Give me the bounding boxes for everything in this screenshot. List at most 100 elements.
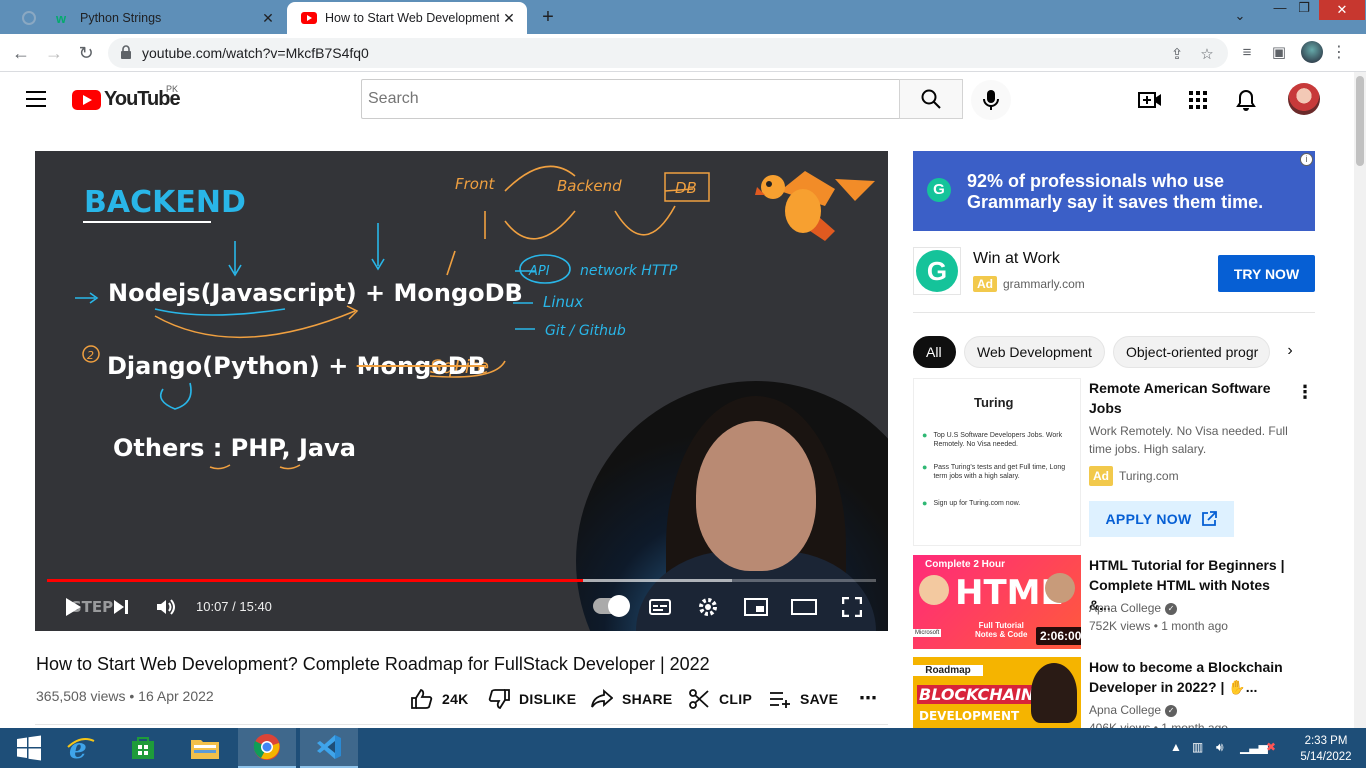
annotation-db: DB [675, 179, 697, 197]
volume-tray-icon[interactable]: 🔊︎ [1216, 740, 1224, 755]
search-box [361, 79, 900, 119]
grammarly-ad-banner[interactable]: G 92% of professionals who use Grammarly… [913, 151, 1315, 231]
apps-grid-icon[interactable] [1186, 88, 1210, 112]
grammarly-logo-icon: G [916, 250, 958, 292]
search-button[interactable] [899, 79, 963, 119]
close-window-icon[interactable]: ✕ [1319, 0, 1365, 20]
miniplayer-icon[interactable] [743, 593, 769, 621]
chip-object-oriented-programming[interactable]: Object-oriented progr [1113, 336, 1270, 368]
chip-web-development[interactable]: Web Development [964, 336, 1105, 368]
chevron-right-icon[interactable]: › [1280, 342, 1300, 362]
next-video-icon[interactable] [109, 593, 133, 621]
ad-card-title[interactable]: Win at Work [973, 250, 1060, 268]
network-signal-icon[interactable]: ▁▃▅ [1240, 740, 1268, 754]
internet-explorer-icon[interactable]: e [52, 728, 110, 768]
more-actions-icon[interactable]: ⋯ [859, 688, 877, 709]
reload-icon[interactable]: ↻ [74, 41, 98, 65]
verified-check-icon: ✓ [1165, 602, 1178, 615]
svg-text:w: w [56, 11, 67, 25]
maximize-window-icon[interactable]: ❐ [1292, 0, 1316, 20]
tab-youtube-video[interactable]: How to Start Web Development? ✕ [287, 2, 527, 34]
thumbs-up-icon [410, 688, 434, 710]
like-count: 24K [442, 691, 469, 707]
file-explorer-icon[interactable] [176, 728, 234, 768]
rec-channel[interactable]: Apna College [1089, 601, 1161, 615]
youtube-header: YouTube PK [0, 72, 1354, 128]
rec-title[interactable]: Remote American Software Jobs [1089, 378, 1294, 418]
device-tray-icon[interactable]: ▥ [1192, 740, 1203, 754]
autoplay-toggle[interactable] [593, 595, 630, 617]
forward-arrow-icon[interactable]: → [42, 41, 66, 65]
progress-bar-played [47, 579, 583, 582]
rec-channel-row: Apna College ✓ [1089, 701, 1299, 719]
share-page-icon[interactable]: ⇪ [1168, 46, 1186, 64]
back-arrow-icon[interactable]: ← [9, 41, 33, 65]
ad-card-logo[interactable]: G [913, 247, 961, 295]
presenter-face-icon [1045, 573, 1075, 603]
theater-mode-icon[interactable] [791, 593, 817, 621]
voice-search-button[interactable] [971, 80, 1011, 120]
tab-title: Python Strings [80, 11, 162, 25]
annotation-git: Git / Github [545, 323, 626, 339]
country-code: PK [166, 84, 179, 94]
video-player[interactable]: BACKEND Front Backend DB API network HTT… [35, 151, 888, 631]
fullscreen-icon[interactable] [839, 593, 865, 621]
clip-button[interactable]: CLIP [687, 688, 752, 710]
video-title: How to Start Web Development? Complete R… [36, 654, 710, 674]
turing-ad-thumbnail[interactable]: Turing ● Top U.S Software Developers Jobs… [913, 378, 1081, 546]
more-options-icon[interactable]: ⋮ [1296, 382, 1314, 403]
side-panel-icon[interactable]: ▣ [1268, 42, 1290, 64]
share-arrow-icon [590, 688, 614, 710]
chrome-menu-icon[interactable]: ⋮ [1331, 42, 1347, 62]
apply-now-button[interactable]: APPLY NOW [1089, 501, 1234, 537]
ad-banner-text: 92% of professionals who use Grammarly s… [967, 171, 1264, 212]
create-video-icon[interactable] [1138, 88, 1162, 112]
try-now-button[interactable]: TRY NOW [1218, 255, 1315, 292]
share-button[interactable]: SHARE [590, 688, 673, 710]
dragon-icon [755, 171, 875, 241]
chip-all[interactable]: All [913, 336, 956, 368]
volume-icon[interactable] [153, 593, 181, 621]
close-tab-icon[interactable]: ✕ [499, 10, 519, 27]
user-avatar[interactable] [1288, 83, 1320, 115]
windows-start-icon[interactable] [0, 728, 58, 768]
turing-bullet: Sign up for Turing.com now. [933, 500, 1021, 507]
save-button[interactable]: SAVE [768, 688, 838, 710]
apply-now-label: APPLY NOW [1105, 511, 1192, 527]
youtube-logo[interactable]: YouTube PK [72, 84, 181, 111]
chrome-profile-avatar[interactable] [1301, 41, 1323, 63]
blockchain-thumbnail[interactable]: Roadmap BLOCKCHAIN DEVELOPMENT [913, 657, 1081, 728]
rec-title[interactable]: How to become a Blockchain Developer in … [1089, 657, 1294, 697]
html-tutorial-thumbnail[interactable]: Complete 2 Hour HTML Full Tutorial Notes… [913, 555, 1081, 649]
subtitles-icon[interactable] [647, 593, 673, 621]
rec-channel[interactable]: Apna College [1089, 703, 1161, 717]
new-tab-icon[interactable]: + [536, 6, 560, 29]
dislike-button[interactable]: DISLIKE [487, 688, 576, 710]
tab-search-chevron-icon[interactable]: ⌄ [1230, 8, 1250, 28]
chrome-taskbar-icon[interactable] [238, 728, 296, 768]
taskbar-clock[interactable]: 2:33 PM 5/14/2022 [1296, 733, 1356, 765]
scissors-icon [687, 688, 711, 710]
action-center-alert-icon[interactable]: ✖ [1266, 740, 1276, 754]
show-hidden-icons-icon[interactable]: ▲ [1170, 740, 1182, 754]
minimize-window-icon[interactable]: — [1268, 0, 1292, 20]
reading-list-icon[interactable]: ≡ [1236, 42, 1258, 64]
hamburger-menu-icon[interactable] [26, 91, 46, 107]
vscode-taskbar-icon[interactable] [300, 728, 358, 768]
tab-python-strings[interactable]: w Python Strings ✕ [0, 2, 286, 34]
search-input[interactable] [362, 80, 900, 118]
thumb-top-text: Roadmap [913, 665, 983, 676]
step-label: STEP [70, 598, 114, 616]
like-button[interactable]: 24K [410, 688, 469, 710]
bookmark-star-icon[interactable]: ☆ [1198, 46, 1216, 64]
rec-domain: Turing.com [1119, 469, 1179, 483]
address-bar[interactable]: youtube.com/watch?v=MkcfB7S4fq0 ⇪ ☆ [108, 38, 1228, 68]
notifications-bell-icon[interactable] [1234, 88, 1258, 112]
time-display: 10:07 / 15:40 [196, 599, 272, 614]
close-tab-icon[interactable]: ✕ [258, 10, 278, 27]
scrollbar-thumb[interactable] [1356, 76, 1364, 166]
page-scrollbar[interactable] [1354, 72, 1366, 728]
settings-gear-icon[interactable] [695, 593, 721, 621]
windows-store-icon[interactable] [114, 728, 172, 768]
ad-info-icon[interactable]: i [1300, 153, 1313, 166]
